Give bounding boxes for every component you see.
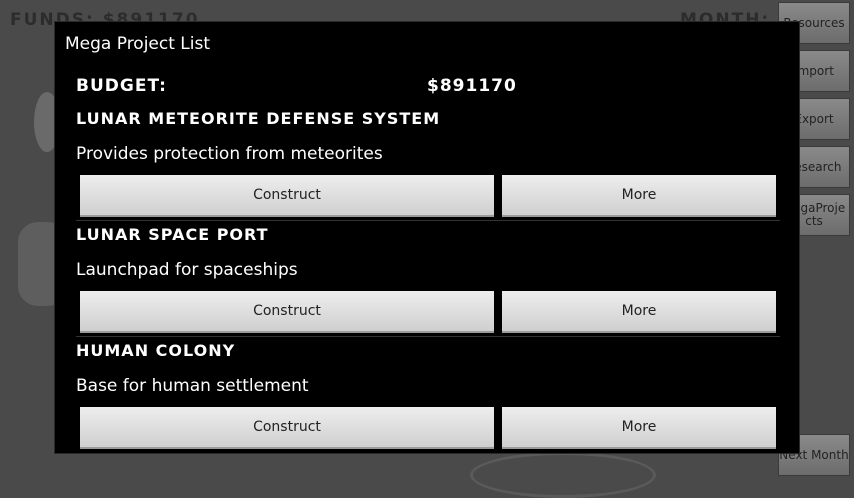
budget-row: BUDGET: $891170 — [76, 76, 776, 98]
mega-project-dialog: Mega Project List BUDGET: $891170 LUNAR … — [54, 21, 800, 454]
project-title: HUMAN COLONY — [76, 341, 236, 360]
project-title: LUNAR METEORITE DEFENSE SYSTEM — [76, 109, 441, 128]
project-description: Base for human settlement — [76, 376, 309, 396]
construct-button[interactable]: Construct — [80, 291, 494, 333]
more-button[interactable]: More — [502, 407, 776, 449]
project-title: LUNAR SPACE PORT — [76, 225, 269, 244]
construct-button[interactable]: Construct — [80, 407, 494, 449]
project-item-space-port: LUNAR SPACE PORT Launchpad for spaceship… — [55, 225, 801, 341]
project-item-human-colony: HUMAN COLONY Base for human settlement C… — [55, 341, 801, 457]
more-button[interactable]: More — [502, 175, 776, 217]
crater-art-decoration — [470, 452, 656, 498]
budget-value: $891170 — [427, 76, 517, 96]
budget-label: BUDGET: — [76, 76, 167, 96]
dialog-title: Mega Project List — [65, 34, 211, 54]
project-divider — [76, 336, 780, 337]
project-item-meteorite-defense: LUNAR METEORITE DEFENSE SYSTEM Provides … — [55, 109, 801, 225]
project-divider — [76, 220, 780, 221]
construct-button[interactable]: Construct — [80, 175, 494, 217]
project-description: Launchpad for spaceships — [76, 260, 298, 280]
more-button[interactable]: More — [502, 291, 776, 333]
project-description: Provides protection from meteorites — [76, 144, 383, 164]
